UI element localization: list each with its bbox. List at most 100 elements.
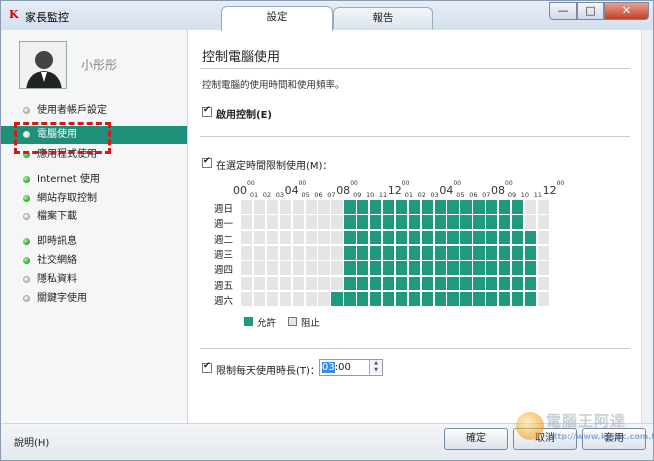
schedule-cell[interactable] [253, 245, 266, 260]
schedule-cell[interactable] [486, 200, 498, 214]
schedule-cell[interactable] [253, 230, 266, 245]
schedule-cell[interactable] [524, 261, 537, 275]
schedule-cell[interactable] [370, 276, 382, 291]
schedule-cell[interactable] [241, 245, 253, 260]
schedule-cell[interactable] [460, 261, 472, 275]
limit-schedule-label[interactable]: 在選定時間限制使用(M)： [216, 157, 332, 172]
schedule-cell[interactable] [382, 245, 395, 260]
schedule-cell[interactable] [241, 261, 253, 275]
schedule-cell[interactable] [266, 230, 279, 245]
schedule-cell[interactable] [241, 291, 253, 306]
schedule-cell[interactable] [460, 276, 472, 291]
schedule-cell[interactable] [537, 291, 550, 306]
schedule-cell[interactable] [421, 200, 433, 214]
schedule-cell[interactable] [241, 276, 253, 291]
schedule-cell[interactable] [318, 215, 330, 230]
schedule-cell[interactable] [395, 215, 408, 230]
spin-down-icon[interactable]: ▼ [370, 367, 382, 374]
schedule-cell[interactable] [434, 276, 446, 291]
schedule-cell[interactable] [524, 245, 537, 260]
daily-limit-label[interactable]: 限制每天使用時長(T)： [216, 362, 320, 377]
schedule-cell[interactable] [395, 230, 408, 245]
schedule-cell[interactable] [382, 291, 395, 306]
schedule-cell[interactable] [434, 291, 446, 306]
schedule-cell[interactable] [473, 276, 485, 291]
schedule-cell[interactable] [447, 230, 459, 245]
daily-limit-checkbox[interactable] [202, 361, 212, 373]
schedule-cell[interactable] [460, 291, 472, 306]
schedule-cell[interactable] [511, 200, 524, 214]
schedule-cell[interactable] [421, 291, 433, 306]
schedule-cell[interactable] [434, 215, 446, 230]
schedule-cell[interactable] [486, 245, 498, 260]
schedule-cell[interactable] [331, 245, 343, 260]
schedule-cell[interactable] [279, 276, 292, 291]
schedule-cell[interactable] [537, 245, 550, 260]
schedule-cell[interactable] [318, 230, 330, 245]
schedule-cell[interactable] [382, 215, 395, 230]
schedule-cell[interactable] [524, 230, 537, 245]
schedule-cell[interactable] [511, 245, 524, 260]
schedule-cell[interactable] [395, 291, 408, 306]
spin-up-icon[interactable]: ▲ [370, 360, 382, 367]
schedule-cell[interactable] [395, 245, 408, 260]
schedule-cell[interactable] [460, 230, 472, 245]
cancel-button[interactable]: 取消 [513, 428, 577, 450]
sidebar-item[interactable]: 隱私資料 [1, 271, 187, 289]
schedule-cell[interactable] [266, 291, 279, 306]
schedule-cell[interactable] [511, 230, 524, 245]
schedule-cell[interactable] [473, 245, 485, 260]
schedule-cell[interactable] [447, 276, 459, 291]
schedule-cell[interactable] [460, 215, 472, 230]
schedule-cell[interactable] [421, 276, 433, 291]
schedule-cell[interactable] [241, 230, 253, 245]
schedule-cell[interactable] [395, 276, 408, 291]
schedule-cell[interactable] [499, 261, 511, 275]
schedule-cell[interactable] [499, 200, 511, 214]
schedule-cell[interactable] [331, 215, 343, 230]
schedule-cell[interactable] [331, 230, 343, 245]
sidebar-item[interactable]: 即時訊息 [1, 233, 187, 251]
schedule-cell[interactable] [266, 215, 279, 230]
sidebar-item[interactable]: 網站存取控制 [1, 190, 187, 208]
schedule-cell[interactable] [279, 261, 292, 275]
schedule-cell[interactable] [370, 261, 382, 275]
schedule-cell[interactable] [305, 200, 317, 214]
ok-button[interactable]: 確定 [444, 428, 508, 450]
schedule-cell[interactable] [344, 261, 356, 275]
schedule-cell[interactable] [370, 245, 382, 260]
schedule-cell[interactable] [292, 200, 304, 214]
schedule-cell[interactable] [447, 291, 459, 306]
schedule-cell[interactable] [370, 215, 382, 230]
schedule-cell[interactable] [537, 200, 550, 214]
schedule-cell[interactable] [486, 276, 498, 291]
schedule-cell[interactable] [292, 261, 304, 275]
schedule-cell[interactable] [524, 291, 537, 306]
schedule-cell[interactable] [344, 245, 356, 260]
schedule-cell[interactable] [357, 215, 369, 230]
schedule-cell[interactable] [499, 245, 511, 260]
schedule-cell[interactable] [318, 200, 330, 214]
schedule-cell[interactable] [241, 200, 253, 214]
schedule-cell[interactable] [460, 245, 472, 260]
schedule-cell[interactable] [331, 200, 343, 214]
schedule-cell[interactable] [253, 291, 266, 306]
schedule-cell[interactable] [408, 261, 421, 275]
schedule-cell[interactable] [537, 276, 550, 291]
schedule-cell[interactable] [447, 215, 459, 230]
schedule-cell[interactable] [511, 261, 524, 275]
schedule-cell[interactable] [447, 261, 459, 275]
schedule-cell[interactable] [292, 230, 304, 245]
schedule-cell[interactable] [408, 200, 421, 214]
enable-control-label[interactable]: 啟用控制(E) [216, 106, 272, 121]
schedule-cell[interactable] [408, 215, 421, 230]
maximize-button[interactable]: □ [577, 2, 604, 20]
schedule-cell[interactable] [473, 230, 485, 245]
enable-control-checkbox[interactable] [202, 105, 212, 117]
schedule-cell[interactable] [434, 261, 446, 275]
tab-report[interactable]: 報告 [333, 7, 433, 29]
schedule-cell[interactable] [524, 215, 537, 230]
schedule-cell[interactable] [279, 215, 292, 230]
sidebar-item[interactable]: 檔案下載 [1, 208, 187, 226]
schedule-cell[interactable] [382, 200, 395, 214]
